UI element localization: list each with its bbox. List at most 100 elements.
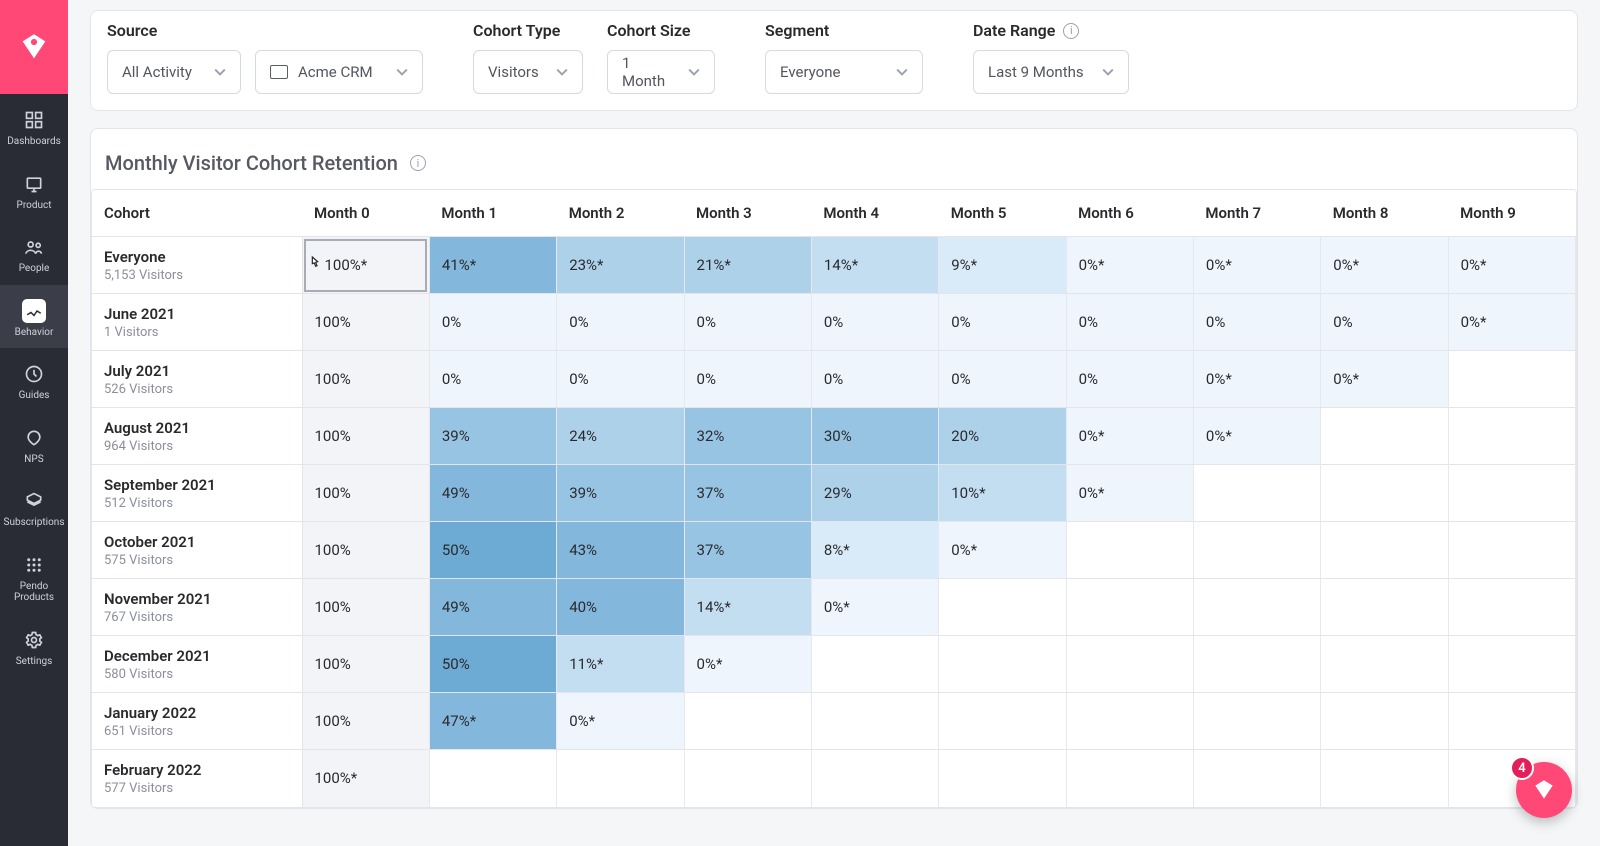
retention-cell[interactable]: 40% [557, 579, 684, 636]
retention-cell[interactable]: 49% [429, 465, 556, 522]
retention-cell[interactable]: 0% [939, 351, 1066, 408]
retention-cell[interactable]: 0% [429, 294, 556, 351]
app-logo[interactable] [0, 0, 68, 94]
retention-cell[interactable]: 0%* [1193, 351, 1320, 408]
retention-cell[interactable]: 49% [429, 579, 556, 636]
retention-cell[interactable]: 0% [939, 294, 1066, 351]
retention-cell[interactable]: 41%* [429, 237, 556, 294]
retention-cell[interactable]: 11%* [557, 636, 684, 693]
retention-cell[interactable]: 37% [684, 522, 811, 579]
retention-cell[interactable]: 37% [684, 465, 811, 522]
retention-cell[interactable]: 0% [684, 351, 811, 408]
retention-cell[interactable]: 100% [302, 636, 429, 693]
retention-cell[interactable]: 0%* [1193, 237, 1320, 294]
retention-cell[interactable]: 0% [1066, 294, 1193, 351]
retention-cell[interactable]: 23%* [557, 237, 684, 294]
retention-cell[interactable]: 10%* [939, 465, 1066, 522]
cohort-cell[interactable]: July 2021526 Visitors [92, 351, 302, 408]
info-icon[interactable]: i [1063, 23, 1079, 39]
product-icon [22, 172, 46, 196]
retention-cell [1321, 579, 1448, 636]
retention-cell[interactable]: 0%* [939, 522, 1066, 579]
retention-cell[interactable]: 0% [1321, 294, 1448, 351]
retention-cell[interactable]: 100%* [302, 237, 429, 294]
nav-subscriptions[interactable]: Subscriptions [0, 475, 68, 539]
retention-cell[interactable]: 0% [1193, 294, 1320, 351]
nav-settings[interactable]: Settings [0, 614, 68, 678]
retention-cell[interactable]: 0% [429, 351, 556, 408]
retention-cell[interactable]: 0%* [1066, 408, 1193, 465]
retention-cell[interactable]: 0%* [1448, 237, 1575, 294]
cohort-cell[interactable]: Everyone5,153 Visitors [92, 237, 302, 294]
retention-cell[interactable]: 0%* [557, 693, 684, 750]
chevron-down-icon [896, 66, 908, 78]
retention-cell[interactable]: 0%* [1193, 408, 1320, 465]
retention-cell[interactable]: 100%* [302, 750, 429, 807]
nav-guides[interactable]: Guides [0, 348, 68, 412]
cohort-cell[interactable]: September 2021512 Visitors [92, 465, 302, 522]
info-icon[interactable]: i [410, 155, 426, 171]
nav-pendo-products[interactable]: Pendo Products [0, 539, 68, 614]
retention-cell[interactable]: 100% [302, 294, 429, 351]
chevron-down-icon [688, 66, 700, 78]
behavior-icon [22, 299, 46, 323]
retention-cell[interactable]: 21%* [684, 237, 811, 294]
retention-cell[interactable]: 8%* [811, 522, 938, 579]
retention-cell[interactable]: 43% [557, 522, 684, 579]
retention-cell[interactable]: 0%* [811, 579, 938, 636]
cohort-cell[interactable]: December 2021580 Visitors [92, 636, 302, 693]
retention-cell[interactable]: 100% [302, 408, 429, 465]
retention-cell[interactable]: 100% [302, 351, 429, 408]
cohort-type-select[interactable]: Visitors [473, 50, 583, 94]
retention-cell[interactable]: 0%* [1066, 465, 1193, 522]
retention-cell[interactable]: 32% [684, 408, 811, 465]
nav-dashboards[interactable]: Dashboards [0, 94, 68, 158]
retention-cell[interactable]: 0% [811, 294, 938, 351]
retention-cell[interactable]: 0% [1066, 351, 1193, 408]
retention-cell[interactable]: 0%* [1321, 237, 1448, 294]
retention-cell [1193, 579, 1320, 636]
nav-behavior[interactable]: Behavior [0, 285, 68, 349]
retention-cell [939, 750, 1066, 807]
retention-cell[interactable]: 50% [429, 636, 556, 693]
activity-select[interactable]: All Activity [107, 50, 241, 94]
retention-cell[interactable]: 39% [557, 465, 684, 522]
retention-cell[interactable]: 14%* [811, 237, 938, 294]
retention-cell[interactable]: 100% [302, 522, 429, 579]
retention-cell[interactable]: 0% [684, 294, 811, 351]
retention-cell[interactable]: 0%* [1321, 351, 1448, 408]
retention-cell[interactable]: 100% [302, 693, 429, 750]
retention-cell[interactable]: 39% [429, 408, 556, 465]
cohort-cell[interactable]: November 2021767 Visitors [92, 579, 302, 636]
retention-cell[interactable]: 24% [557, 408, 684, 465]
nav-nps[interactable]: NPS [0, 412, 68, 476]
retention-cell[interactable]: 100% [302, 579, 429, 636]
retention-cell[interactable]: 0%* [1448, 294, 1575, 351]
cohort-cell[interactable]: October 2021575 Visitors [92, 522, 302, 579]
nav-product[interactable]: Product [0, 158, 68, 222]
cohort-size-select[interactable]: 1 Month [607, 50, 715, 94]
help-launcher-button[interactable]: 4 [1516, 762, 1572, 818]
cohort-cell[interactable]: January 2022651 Visitors [92, 693, 302, 750]
cohort-cell[interactable]: August 2021964 Visitors [92, 408, 302, 465]
table-row: October 2021575 Visitors100%50%43%37%8%*… [92, 522, 1576, 579]
cohort-cell[interactable]: February 2022577 Visitors [92, 750, 302, 807]
retention-cell[interactable]: 47%* [429, 693, 556, 750]
retention-cell[interactable]: 0%* [684, 636, 811, 693]
segment-select[interactable]: Everyone [765, 50, 923, 94]
retention-cell[interactable]: 30% [811, 408, 938, 465]
retention-cell[interactable]: 14%* [684, 579, 811, 636]
product-select[interactable]: Acme CRM [255, 50, 423, 94]
date-range-select[interactable]: Last 9 Months [973, 50, 1129, 94]
retention-cell[interactable]: 50% [429, 522, 556, 579]
cohort-cell[interactable]: June 20211 Visitors [92, 294, 302, 351]
retention-cell[interactable]: 0%* [1066, 237, 1193, 294]
retention-cell[interactable]: 0% [557, 294, 684, 351]
retention-cell[interactable]: 0% [557, 351, 684, 408]
retention-cell[interactable]: 100% [302, 465, 429, 522]
nav-people[interactable]: People [0, 221, 68, 285]
retention-cell[interactable]: 29% [811, 465, 938, 522]
retention-cell[interactable]: 20% [939, 408, 1066, 465]
retention-cell[interactable]: 9%* [939, 237, 1066, 294]
retention-cell[interactable]: 0% [811, 351, 938, 408]
